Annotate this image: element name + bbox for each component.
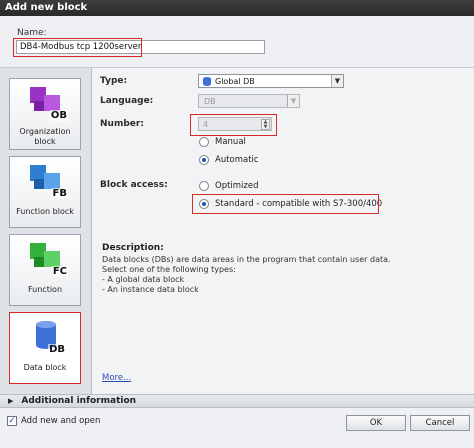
cancel-button[interactable]: Cancel bbox=[410, 415, 470, 431]
block-access-label: Block access: bbox=[100, 180, 168, 190]
organization-block-button[interactable]: OB Organization block bbox=[9, 78, 81, 150]
radio-manual[interactable]: Manual bbox=[199, 137, 246, 147]
description-line: - A global data block bbox=[102, 275, 185, 284]
description-line: - An instance data block bbox=[102, 285, 199, 294]
language-value: DB bbox=[204, 97, 216, 106]
language-dropdown: DB ▼ bbox=[198, 94, 300, 108]
expand-triangle-icon[interactable]: ▶ bbox=[8, 397, 13, 405]
chevron-down-icon: ▼ bbox=[287, 95, 299, 107]
type-label: Type: bbox=[100, 76, 128, 86]
name-label: Name: bbox=[17, 28, 47, 38]
chevron-down-icon[interactable]: ▼ bbox=[331, 75, 343, 87]
additional-information-label: Additional information bbox=[21, 396, 137, 406]
fb-label: Function block bbox=[16, 207, 74, 216]
radio-automatic-label: Automatic bbox=[215, 155, 259, 165]
ob-block-icon: OB bbox=[30, 87, 68, 121]
ob-label-line2: block bbox=[34, 137, 56, 146]
radio-optimized[interactable]: Optimized bbox=[199, 181, 259, 191]
description-line: Data blocks (DBs) are data areas in the … bbox=[102, 255, 391, 264]
radio-manual-label: Manual bbox=[215, 137, 246, 147]
ob-label-line1: Organization bbox=[19, 127, 71, 136]
fc-block-icon: FC bbox=[30, 243, 68, 277]
description-text: Data blocks (DBs) are data areas in the … bbox=[102, 255, 402, 295]
add-new-and-open-label: Add new and open bbox=[21, 416, 101, 426]
dialog-footer: ✓ Add new and open OK Cancel bbox=[0, 408, 474, 448]
standard-highlight bbox=[192, 194, 379, 214]
data-block-button[interactable]: DB Data block bbox=[9, 312, 81, 384]
fc-code: FC bbox=[51, 266, 68, 277]
ob-code: OB bbox=[49, 110, 68, 121]
db-block-icon: DB bbox=[30, 321, 66, 355]
additional-information-toggle[interactable]: ▶ Additional information bbox=[0, 394, 474, 408]
db-label: Data block bbox=[23, 363, 67, 372]
number-highlight bbox=[190, 114, 277, 136]
fc-label: Function bbox=[27, 285, 63, 294]
fb-code: FB bbox=[51, 188, 68, 199]
checkmark-icon[interactable]: ✓ bbox=[7, 416, 17, 426]
db-code: DB bbox=[48, 344, 66, 355]
description-title: Description: bbox=[102, 243, 164, 253]
function-button[interactable]: FC Function bbox=[9, 234, 81, 306]
function-block-button[interactable]: FB Function block bbox=[9, 156, 81, 228]
radio-automatic[interactable]: Automatic bbox=[199, 155, 259, 165]
number-label: Number: bbox=[100, 119, 144, 129]
block-settings-panel: Type: Global DB ▼ Language: DB ▼ Number:… bbox=[92, 68, 474, 394]
radio-dot-selected[interactable] bbox=[199, 155, 209, 165]
name-highlight bbox=[13, 38, 142, 57]
radio-dot[interactable] bbox=[199, 137, 209, 147]
name-area: Name: DB4-Modbus tcp 1200server bbox=[0, 16, 474, 68]
radio-optimized-label: Optimized bbox=[215, 181, 259, 191]
ok-button[interactable]: OK bbox=[346, 415, 406, 431]
type-value: Global DB bbox=[215, 77, 255, 86]
window-title: Add new block bbox=[0, 0, 474, 16]
db-mini-icon bbox=[203, 77, 211, 86]
add-new-and-open-checkbox[interactable]: ✓ Add new and open bbox=[7, 416, 100, 426]
block-type-panel: OB Organization block FB Function block … bbox=[0, 68, 92, 394]
radio-dot[interactable] bbox=[199, 181, 209, 191]
more-link[interactable]: More... bbox=[102, 373, 131, 383]
fb-block-icon: FB bbox=[30, 165, 68, 199]
description-line: Select one of the following types: bbox=[102, 265, 236, 274]
type-dropdown[interactable]: Global DB ▼ bbox=[198, 74, 344, 88]
language-label: Language: bbox=[100, 96, 154, 106]
